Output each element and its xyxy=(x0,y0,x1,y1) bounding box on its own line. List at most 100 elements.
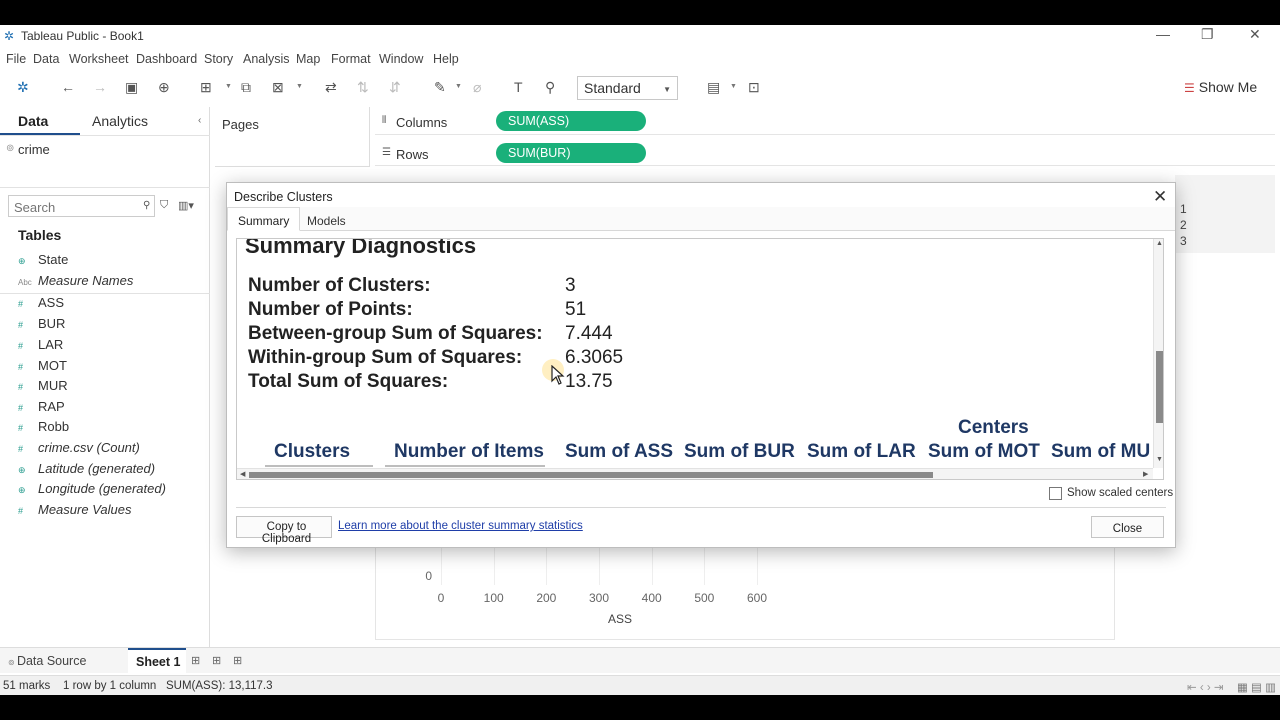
x-tick-label: 0 xyxy=(437,591,445,605)
rows-pill-sum-bur[interactable]: SUM(BUR) xyxy=(496,143,646,163)
field-item[interactable]: # MOT xyxy=(18,358,67,373)
show-mark-labels-icon[interactable]: T xyxy=(514,79,523,95)
stat-value: 7.444 xyxy=(565,323,613,344)
sheet-navigation-icon[interactable]: ⇤ ‹ › ⇥ xyxy=(1187,680,1224,694)
menu-map[interactable]: Map xyxy=(296,52,320,66)
menu-dashboard[interactable]: Dashboard xyxy=(136,52,197,66)
learn-more-link[interactable]: Learn more about the cluster summary sta… xyxy=(338,520,583,532)
group-members-icon[interactable]: ⌀ xyxy=(473,79,481,96)
close-button[interactable]: Close xyxy=(1091,516,1164,538)
restore-button[interactable]: ❐ xyxy=(1201,26,1214,43)
field-item[interactable]: # Measure Values xyxy=(18,502,131,517)
undo-icon[interactable]: ← xyxy=(61,79,75,95)
scroll-up-icon[interactable]: ▲ xyxy=(1156,240,1163,247)
window-title: Tableau Public - Book1 xyxy=(21,29,144,43)
show-cards-dropdown-icon[interactable]: ▼ xyxy=(730,83,737,90)
copy-to-clipboard-button[interactable]: Copy to Clipboard xyxy=(236,516,332,545)
tab-summary[interactable]: Summary xyxy=(227,207,301,231)
show-cards-icon[interactable]: ▤ xyxy=(707,79,720,96)
tab-data[interactable]: Data xyxy=(18,113,48,129)
sort-ascending-icon[interactable]: ⇅ xyxy=(357,79,369,96)
new-story-tab-icon[interactable]: ⊞ xyxy=(233,654,242,667)
tableau-start-icon[interactable]: ✲ xyxy=(17,79,29,96)
show-scaled-centers-checkbox[interactable] xyxy=(1049,487,1062,500)
tableau-logo-icon: ✲ xyxy=(4,29,15,43)
menu-window[interactable]: Window xyxy=(379,52,423,66)
save-icon[interactable]: ▣ xyxy=(125,79,138,96)
new-worksheet-icon[interactable]: ⊞ xyxy=(200,79,212,96)
show-scaled-centers-label[interactable]: Show scaled centers xyxy=(1067,487,1173,499)
tab-analytics[interactable]: Analytics xyxy=(92,113,148,129)
scroll-left-icon[interactable]: ◀ xyxy=(240,470,245,478)
summary-content[interactable]: Summary Diagnostics Number of Clusters: 3… xyxy=(236,238,1164,480)
horizontal-scroll-thumb[interactable] xyxy=(249,472,933,478)
field-item[interactable]: ⊕ State xyxy=(18,252,68,267)
x-axis-label[interactable]: ASS xyxy=(600,612,640,626)
dialog-tabs: Summary Models xyxy=(227,207,1175,231)
column-header: Sum of ASS xyxy=(565,441,674,462)
duplicate-sheet-icon[interactable]: ⧉ xyxy=(241,79,251,96)
menu-help[interactable]: Help xyxy=(433,52,459,66)
search-input[interactable] xyxy=(8,195,155,217)
view-options-icon[interactable]: ▥▾ xyxy=(178,199,194,212)
stat-label: Number of Points: xyxy=(248,299,413,320)
highlight-dropdown-icon[interactable]: ▼ xyxy=(455,83,462,90)
menu-analysis[interactable]: Analysis xyxy=(243,52,290,66)
field-item[interactable]: # LAR xyxy=(18,337,63,352)
columns-pill-sum-ass[interactable]: SUM(ASS) xyxy=(496,111,646,131)
fit-select[interactable]: Standard ▼ xyxy=(577,76,678,100)
menu-story[interactable]: Story xyxy=(204,52,233,66)
stat-value: 3 xyxy=(565,275,576,296)
legend-item[interactable]: 3 xyxy=(1180,234,1187,248)
menu-file[interactable]: File xyxy=(6,52,26,66)
tab-models[interactable]: Models xyxy=(307,214,346,228)
scroll-down-icon[interactable]: ▼ xyxy=(1156,456,1163,463)
window-close-button[interactable]: ✕ xyxy=(1249,26,1261,43)
clear-sheet-icon[interactable]: ⊠ xyxy=(272,79,284,96)
horizontal-scrollbar[interactable]: ◀ ▶ xyxy=(237,468,1153,479)
divider xyxy=(0,135,210,136)
sort-descending-icon[interactable]: ⇵ xyxy=(389,79,401,96)
legend-item[interactable]: 1 xyxy=(1180,202,1187,216)
search-icon[interactable]: ⚲ xyxy=(143,200,150,211)
clear-sheet-dropdown-icon[interactable]: ▼ xyxy=(296,83,303,90)
presentation-mode-icon[interactable]: ⊡ xyxy=(748,79,760,96)
field-item[interactable]: # RAP xyxy=(18,399,65,414)
field-item[interactable]: # BUR xyxy=(18,316,65,331)
tab-data-source[interactable]: ⊚ Data Source xyxy=(8,654,86,668)
new-worksheet-tab-icon[interactable]: ⊞ xyxy=(191,654,200,667)
legend-item[interactable]: 2 xyxy=(1180,218,1187,232)
vertical-scrollbar[interactable]: ▲ ▼ xyxy=(1153,239,1163,468)
menu-worksheet[interactable]: Worksheet xyxy=(69,52,129,66)
vertical-scroll-thumb[interactable] xyxy=(1156,351,1163,423)
pages-card[interactable] xyxy=(215,107,370,167)
field-item[interactable]: # ASS xyxy=(18,295,64,310)
field-item[interactable]: # MUR xyxy=(18,378,68,393)
field-item[interactable]: ⊕ Latitude (generated) xyxy=(18,461,155,476)
show-me-button[interactable]: ☰ Show Me xyxy=(1184,79,1257,95)
filter-icon[interactable]: ⛉ xyxy=(160,199,168,212)
swap-rows-columns-icon[interactable]: ⇄ xyxy=(325,79,337,96)
sheet-sorter-view-icon[interactable]: ▦ ▤ ▥ xyxy=(1237,680,1276,694)
close-icon[interactable]: ✕ xyxy=(1153,187,1167,207)
fix-axes-icon[interactable]: ⚲ xyxy=(545,79,555,96)
redo-icon[interactable]: → xyxy=(93,79,107,95)
highlight-icon[interactable]: ✎ xyxy=(434,79,446,96)
new-worksheet-dropdown-icon[interactable]: ▼ xyxy=(225,83,232,90)
menu-data[interactable]: Data xyxy=(33,52,59,66)
cluster-legend[interactable]: 1 2 3 xyxy=(1175,175,1275,253)
datasource-name[interactable]: crime xyxy=(18,142,50,157)
new-data-source-icon[interactable]: ⊕ xyxy=(158,79,170,96)
menu-format[interactable]: Format xyxy=(331,52,371,66)
tab-sheet-1[interactable]: Sheet 1 xyxy=(128,648,186,674)
field-item[interactable]: ⊕ Longitude (generated) xyxy=(18,481,166,496)
collapse-pane-icon[interactable]: ‹ xyxy=(198,115,201,126)
field-item[interactable]: Abc Measure Names xyxy=(18,273,133,288)
x-tick-label: 300 xyxy=(588,591,610,605)
field-item[interactable]: # crime.csv (Count) xyxy=(18,440,140,455)
field-item[interactable]: # Robb xyxy=(18,419,69,434)
new-dashboard-tab-icon[interactable]: ⊞ xyxy=(212,654,221,667)
minimize-button[interactable]: — xyxy=(1156,26,1170,42)
scroll-right-icon[interactable]: ▶ xyxy=(1143,470,1148,478)
status-bar: 51 marks 1 row by 1 column SUM(ASS): 13,… xyxy=(0,675,1280,695)
